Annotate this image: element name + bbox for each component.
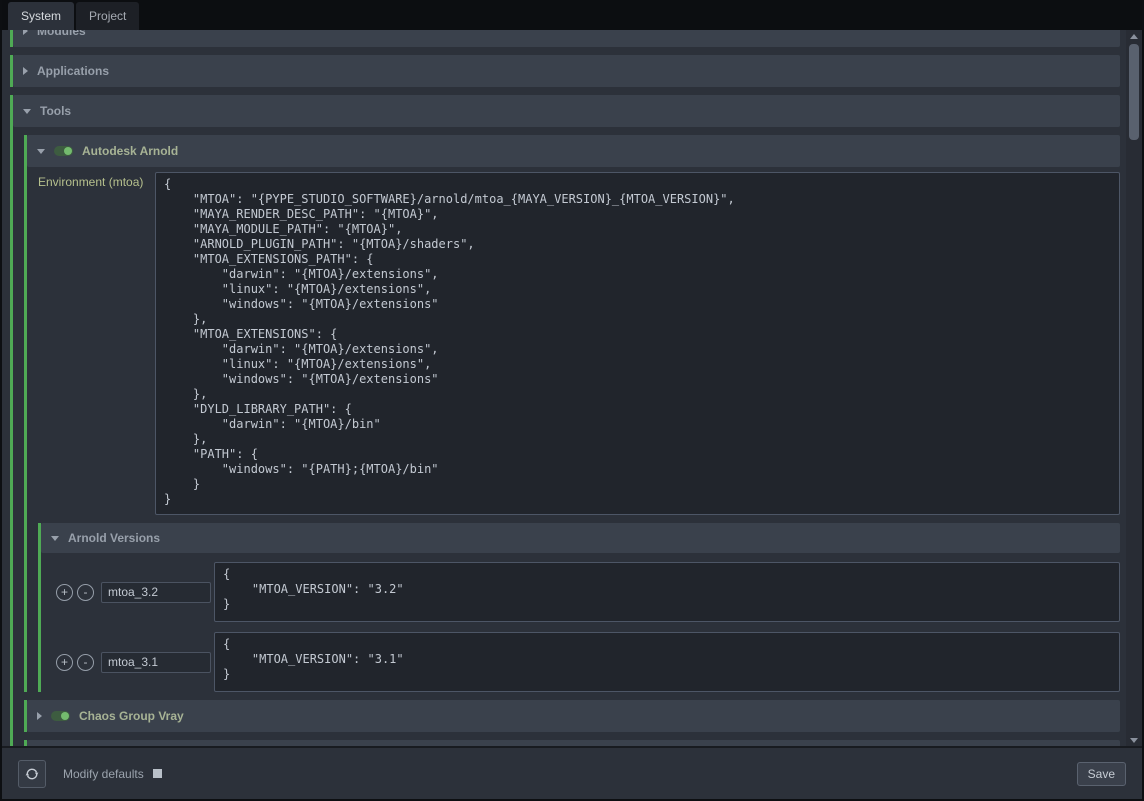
version-json-editor[interactable]: { "MTOA_VERSION": "3.1" } xyxy=(214,632,1120,692)
chevron-down-icon xyxy=(51,536,59,541)
chevron-right-icon xyxy=(37,712,42,720)
section-title-arnold-versions: Arnold Versions xyxy=(68,531,160,545)
section-header-applications[interactable]: Applications xyxy=(13,55,1120,87)
vertical-scrollbar[interactable] xyxy=(1126,30,1142,746)
version-row-mtoa-3-1: + - { "MTOA_VERSION": "3.1" } xyxy=(56,632,1120,692)
settings-window: System Project Modules Applications xyxy=(0,0,1144,801)
add-version-button[interactable]: + xyxy=(56,654,73,671)
scrollbar-up-arrow-icon[interactable] xyxy=(1126,30,1142,42)
chevron-right-icon xyxy=(23,30,28,35)
chevron-down-icon xyxy=(23,109,31,114)
section-header-modules[interactable]: Modules xyxy=(13,30,1120,47)
chevron-down-icon xyxy=(37,149,45,154)
chevron-right-icon xyxy=(23,67,28,75)
scrollbar-thumb[interactable] xyxy=(1129,44,1139,140)
settings-scroll-area: Modules Applications Tools xyxy=(2,30,1126,746)
section-tools: Tools Autodesk Arnold Envir xyxy=(10,95,1120,746)
version-json-editor[interactable]: { "MTOA_VERSION": "3.2" } xyxy=(214,562,1120,622)
add-version-button[interactable]: + xyxy=(56,584,73,601)
environment-json-editor[interactable]: { "MTOA": "{PYPE_STUDIO_SOFTWARE}/arnold… xyxy=(155,172,1120,515)
section-modules: Modules xyxy=(10,30,1120,47)
section-header-chaos-group-vray[interactable]: Chaos Group Vray xyxy=(27,700,1120,732)
settings-main: Modules Applications Tools xyxy=(2,30,1142,746)
arnold-enabled-toggle[interactable] xyxy=(54,146,73,156)
section-title-applications: Applications xyxy=(37,64,109,78)
modify-defaults-checkbox[interactable] xyxy=(153,769,162,778)
section-header-arnold-versions[interactable]: Arnold Versions xyxy=(41,523,1120,553)
arnold-body: Environment (mtoa) { "MTOA": "{PYPE_STUD… xyxy=(27,167,1120,692)
refresh-button[interactable] xyxy=(18,760,46,788)
tab-bar: System Project xyxy=(2,0,1142,30)
section-chaos-group-vray: Chaos Group Vray xyxy=(24,700,1120,732)
remove-version-button[interactable]: - xyxy=(77,584,94,601)
refresh-icon xyxy=(24,766,40,782)
section-header-clipped[interactable] xyxy=(27,740,1120,746)
vray-enabled-toggle[interactable] xyxy=(51,711,70,721)
environment-label: Environment (mtoa) xyxy=(38,172,155,189)
section-arnold-versions: Arnold Versions + - { "MTOA_VERSION": "3… xyxy=(38,523,1120,692)
version-name-input[interactable] xyxy=(101,652,211,673)
version-row-mtoa-3-2: + - { "MTOA_VERSION": "3.2" } xyxy=(56,562,1120,622)
section-title-chaos-group-vray: Chaos Group Vray xyxy=(79,709,184,723)
section-title-tools: Tools xyxy=(40,104,71,118)
section-title-autodesk-arnold: Autodesk Arnold xyxy=(82,144,178,158)
save-button[interactable]: Save xyxy=(1077,762,1126,786)
footer-bar: Modify defaults Save xyxy=(2,746,1142,799)
modify-defaults-label: Modify defaults xyxy=(63,767,144,781)
remove-version-button[interactable]: - xyxy=(77,654,94,671)
tab-project[interactable]: Project xyxy=(76,2,139,30)
scrollbar-down-arrow-icon[interactable] xyxy=(1126,734,1142,746)
section-header-tools[interactable]: Tools xyxy=(13,95,1120,127)
section-title-modules: Modules xyxy=(37,30,86,38)
version-name-input[interactable] xyxy=(101,582,211,603)
section-clipped xyxy=(24,740,1120,746)
environment-field-row: Environment (mtoa) { "MTOA": "{PYPE_STUD… xyxy=(38,172,1120,515)
tools-body: Autodesk Arnold Environment (mtoa) { "MT… xyxy=(13,127,1120,746)
tab-system[interactable]: System xyxy=(8,2,74,30)
section-autodesk-arnold: Autodesk Arnold Environment (mtoa) { "MT… xyxy=(24,135,1120,692)
section-header-autodesk-arnold[interactable]: Autodesk Arnold xyxy=(27,135,1120,167)
arnold-versions-body: + - { "MTOA_VERSION": "3.2" } + - xyxy=(41,562,1120,692)
section-applications: Applications xyxy=(10,55,1120,87)
